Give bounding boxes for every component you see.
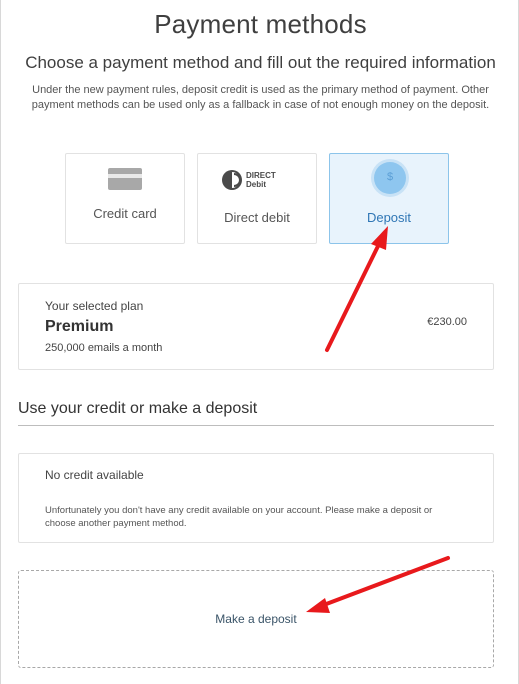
direct-debit-logo-text-1: DIRECT xyxy=(246,171,276,180)
make-deposit-link[interactable]: Make a deposit xyxy=(19,612,493,626)
dollar-coin-icon: $ xyxy=(374,162,406,194)
make-deposit-area[interactable]: Make a deposit xyxy=(18,570,494,668)
credit-card-method-option[interactable]: Credit card xyxy=(65,153,185,244)
page-title: Payment methods xyxy=(154,9,367,39)
credit-status-card: No credit available Unfortunately you do… xyxy=(18,453,494,543)
credit-section-title: Use your credit or make a deposit xyxy=(18,400,258,417)
direct-debit-method-option[interactable]: DIRECT Debit Direct debit xyxy=(197,153,317,244)
selected-plan-card: Your selected plan Premium 250,000 email… xyxy=(18,283,494,370)
credit-status-text: Unfortunately you don't have any credit … xyxy=(45,505,433,529)
deposit-label: Deposit xyxy=(366,210,412,225)
plan-name: Premium xyxy=(45,318,114,335)
direct-debit-label: Direct debit xyxy=(224,210,290,225)
plan-price: €230.00 xyxy=(427,316,467,328)
page-subtitle: Choose a payment method and fill out the… xyxy=(25,53,496,72)
credit-card-label: Credit card xyxy=(93,206,157,221)
selected-plan-caption: Your selected plan xyxy=(45,299,144,313)
direct-debit-logo-text-2: Debit xyxy=(246,180,266,189)
direct-debit-logo: DIRECT Debit xyxy=(222,170,276,190)
plan-description: 250,000 emails a month xyxy=(45,342,163,354)
payment-methods-page: Payment methods Choose a payment method … xyxy=(0,0,519,684)
deposit-method-option[interactable]: $ Deposit xyxy=(329,153,449,244)
payment-rules-notice: Under the new payment rules, deposit cre… xyxy=(31,84,490,111)
credit-card-icon xyxy=(108,168,142,190)
credit-status-heading: No credit available xyxy=(45,468,144,482)
section-divider xyxy=(18,425,494,426)
